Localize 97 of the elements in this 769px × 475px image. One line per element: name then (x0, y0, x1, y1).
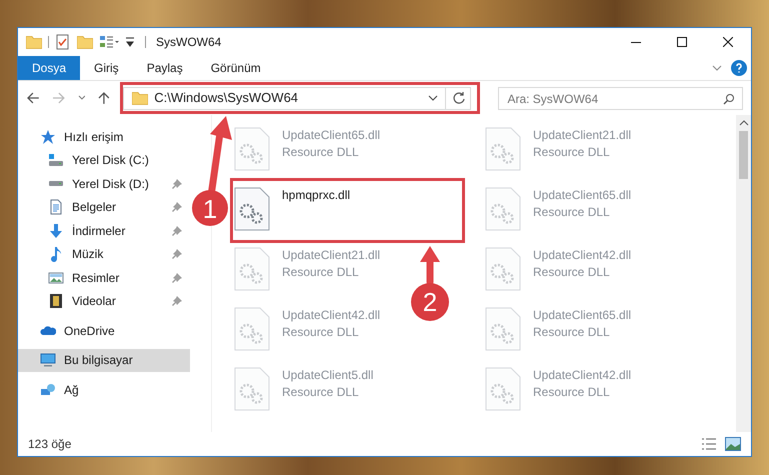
file-name: hpmqprxc.dll (282, 187, 350, 204)
status-item-count: 123 öğe (28, 436, 72, 453)
gear-file-icon (485, 307, 521, 351)
music-note-icon (48, 246, 64, 262)
ribbon-tab[interactable]: Dosya (18, 56, 80, 80)
sidebar-item[interactable]: İndirmeler (18, 219, 190, 242)
sidebar-item[interactable]: Hızlı erişim (18, 125, 190, 148)
sidebar-item-label: Belgeler (72, 199, 118, 216)
pin-icon (172, 202, 182, 212)
sidebar-item-label: Yerel Disk (D:) (72, 176, 150, 193)
scroll-up-icon[interactable] (738, 119, 748, 127)
search-field[interactable]: Ara: SysWOW64 (498, 87, 743, 110)
properties-icon[interactable] (55, 34, 71, 50)
file-name: UpdateClient65.dll (533, 307, 632, 324)
ribbon-tab[interactable]: Görünüm (196, 56, 275, 80)
ribbon-tab[interactable]: Giriş (80, 56, 133, 80)
back-arrow-icon[interactable] (26, 91, 40, 105)
sidebar-item-label: Bu bilgisayar (64, 352, 134, 370)
pin-icon (172, 272, 182, 283)
file-type: Resource DLL (533, 324, 611, 341)
dropdown-caret-icon[interactable] (125, 36, 135, 48)
pin-icon (172, 296, 182, 306)
file-item[interactable]: hpmqprxc.dll (234, 183, 358, 237)
folder-icon (132, 91, 148, 105)
file-type: Resource DLL (282, 384, 360, 401)
pin-icon (172, 178, 182, 189)
sidebar-item-label: Videolar (72, 293, 117, 310)
sidebar-item[interactable]: OneDrive (18, 319, 190, 342)
gear-file-icon (234, 247, 270, 291)
drive-icon (48, 152, 64, 168)
sidebar-item-label: Ağ (64, 382, 80, 399)
gear-file-icon (234, 187, 270, 231)
sidebar-item-label: Yerel Disk (C:) (72, 152, 150, 170)
recent-caret-icon[interactable] (78, 94, 86, 102)
gear-file-icon (234, 307, 270, 351)
sidebar-item-label: Hızlı erişim (64, 128, 124, 146)
file-name: UpdateClient42.dll (282, 307, 380, 324)
file-type: Resource DLL (282, 144, 360, 161)
film-icon (48, 293, 64, 310)
file-type: Resource DLL (533, 264, 611, 281)
up-arrow-icon[interactable] (97, 91, 112, 105)
computer-icon (40, 352, 56, 368)
file-type: Resource DLL (533, 384, 611, 401)
sidebar-item[interactable]: Bu bilgisayar (18, 348, 190, 372)
pin-icon (172, 226, 182, 236)
scrollbar-thumb[interactable] (739, 131, 748, 179)
view-list-icon[interactable] (99, 34, 119, 50)
sidebar-item[interactable]: Belgeler (18, 196, 190, 219)
document-icon (48, 199, 64, 216)
sidebar-item[interactable]: Yerel Disk (C:) (18, 148, 190, 172)
sidebar-item-label: Müzik (72, 246, 104, 264)
gear-file-icon (485, 247, 521, 291)
file-type: Resource DLL (533, 144, 611, 161)
refresh-icon[interactable] (452, 91, 466, 105)
file-name: UpdateClient5.dll (282, 367, 374, 384)
gear-file-icon (485, 127, 521, 171)
gear-file-icon (234, 367, 270, 411)
window-title: SysWOW64 (156, 34, 222, 51)
sidebar-item-label: İndirmeler (72, 222, 126, 240)
sidebar-item[interactable]: Videolar (18, 290, 190, 313)
file-type: Resource DLL (533, 204, 611, 221)
file-name: UpdateClient21.dll (282, 247, 380, 264)
close-icon (723, 37, 733, 47)
gear-file-icon (234, 127, 270, 171)
file-name: UpdateClient42.dll (533, 247, 632, 264)
star-icon (40, 128, 56, 145)
file-name: UpdateClient65.dll (282, 127, 380, 144)
search-icon[interactable] (722, 92, 735, 104)
sidebar-item[interactable]: Ağ (18, 378, 190, 402)
picture-icon (48, 270, 64, 286)
large-icons-view-icon[interactable] (725, 437, 741, 451)
file-type: Resource DLL (282, 264, 360, 281)
drive-icon (48, 181, 64, 186)
gear-file-icon (485, 187, 521, 231)
sidebar-item[interactable]: Yerel Disk (D:) (18, 172, 190, 196)
file-name: UpdateClient65.dll (533, 187, 632, 204)
file-name: UpdateClient21.dll (533, 127, 632, 144)
sidebar-item[interactable]: Müzik (18, 242, 190, 266)
address-bar[interactable]: C:\Windows\SysWOW64 (123, 86, 470, 110)
help-icon[interactable] (731, 60, 747, 76)
down-arrow-icon (48, 222, 64, 239)
pin-icon (172, 249, 182, 260)
scrollbar[interactable] (736, 115, 751, 432)
sidebar-item-label: OneDrive (64, 322, 116, 340)
file-type: Resource DLL (282, 324, 360, 341)
sidebar-item[interactable]: Resimler (18, 266, 190, 290)
address-path: C:\Windows\SysWOW64 (154, 89, 300, 108)
ribbon-tab[interactable]: Paylaş (132, 56, 197, 80)
network-icon (40, 382, 56, 398)
folder-icon (26, 35, 42, 49)
details-view-icon[interactable] (701, 437, 717, 451)
file-name: UpdateClient42.dll (533, 367, 632, 384)
maximize-icon (677, 37, 687, 47)
sidebar-item-label: Resimler (72, 270, 120, 287)
annotation-arrow (420, 246, 440, 286)
gear-file-icon (485, 367, 521, 411)
new-folder-icon (77, 35, 93, 49)
